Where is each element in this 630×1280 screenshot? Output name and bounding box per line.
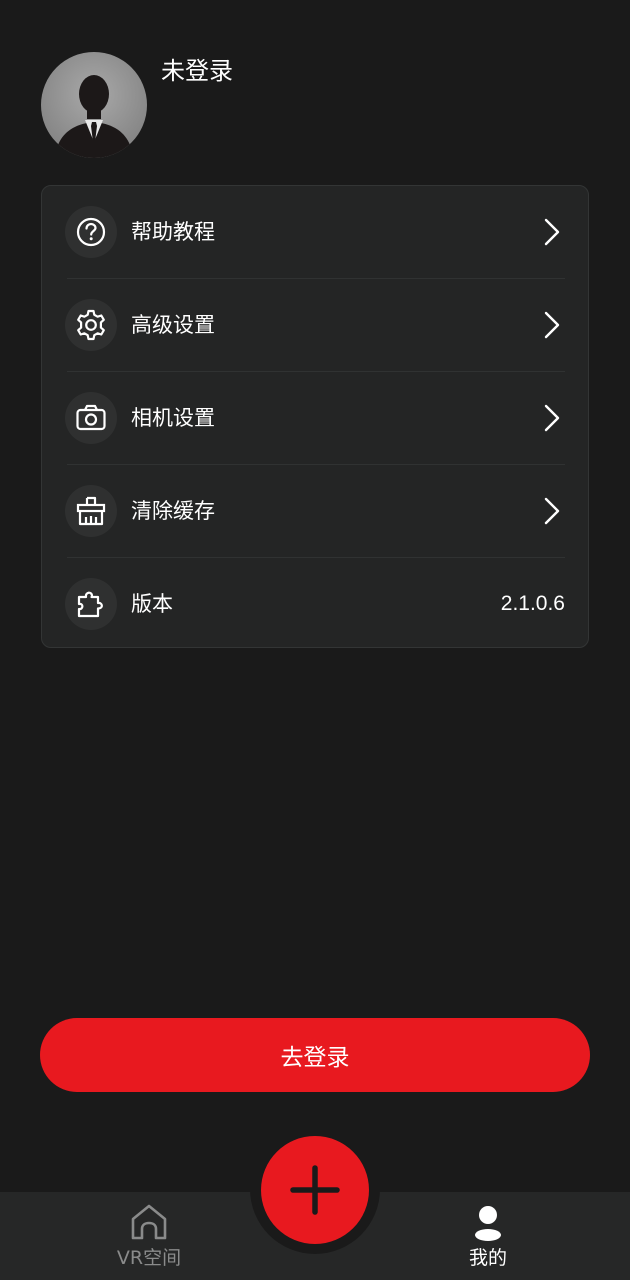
menu-item-label: 帮助教程 [131, 220, 215, 244]
broom-icon [65, 485, 117, 537]
tab-label: 我的 [468, 1247, 507, 1269]
add-button[interactable] [261, 1136, 369, 1244]
settings-menu: 帮助教程 高级设置 相机设置 清除缓存 版本 2.1.0.6 [41, 185, 589, 648]
tab-vr-space[interactable]: VR空间 [89, 1200, 209, 1276]
home-icon [131, 1204, 167, 1240]
default-user-avatar-icon [55, 75, 133, 158]
tab-mine[interactable]: 我的 [428, 1200, 548, 1276]
profile-page: 未登录 帮助教程 高级设置 相机设置 清除缓存 版本 2.1.0.6 去登录 V… [0, 0, 630, 1280]
gear-icon [65, 299, 117, 351]
tab-label: VR空间 [116, 1247, 182, 1269]
chevron-right-icon [544, 497, 560, 525]
menu-item-camera-settings[interactable]: 相机设置 [42, 372, 590, 465]
plus-icon [290, 1165, 340, 1215]
menu-item-label: 相机设置 [131, 406, 215, 430]
username-label: 未登录 [161, 57, 233, 85]
menu-item-label: 高级设置 [131, 313, 215, 337]
avatar[interactable] [41, 52, 147, 158]
camera-icon [65, 392, 117, 444]
menu-item-clear-cache[interactable]: 清除缓存 [42, 465, 590, 558]
menu-item-advanced-settings[interactable]: 高级设置 [42, 279, 590, 372]
help-icon [65, 206, 117, 258]
user-icon [475, 1206, 501, 1241]
version-value: 2.1.0.6 [500, 592, 565, 615]
chevron-right-icon [544, 218, 560, 246]
login-button[interactable]: 去登录 [40, 1018, 590, 1092]
chevron-right-icon [544, 404, 560, 432]
menu-item-label: 清除缓存 [131, 499, 215, 523]
menu-item-label: 版本 [131, 592, 173, 616]
menu-item-version: 版本 2.1.0.6 [42, 558, 590, 651]
menu-item-help[interactable]: 帮助教程 [42, 186, 590, 279]
puzzle-icon [65, 578, 117, 630]
chevron-right-icon [544, 311, 560, 339]
